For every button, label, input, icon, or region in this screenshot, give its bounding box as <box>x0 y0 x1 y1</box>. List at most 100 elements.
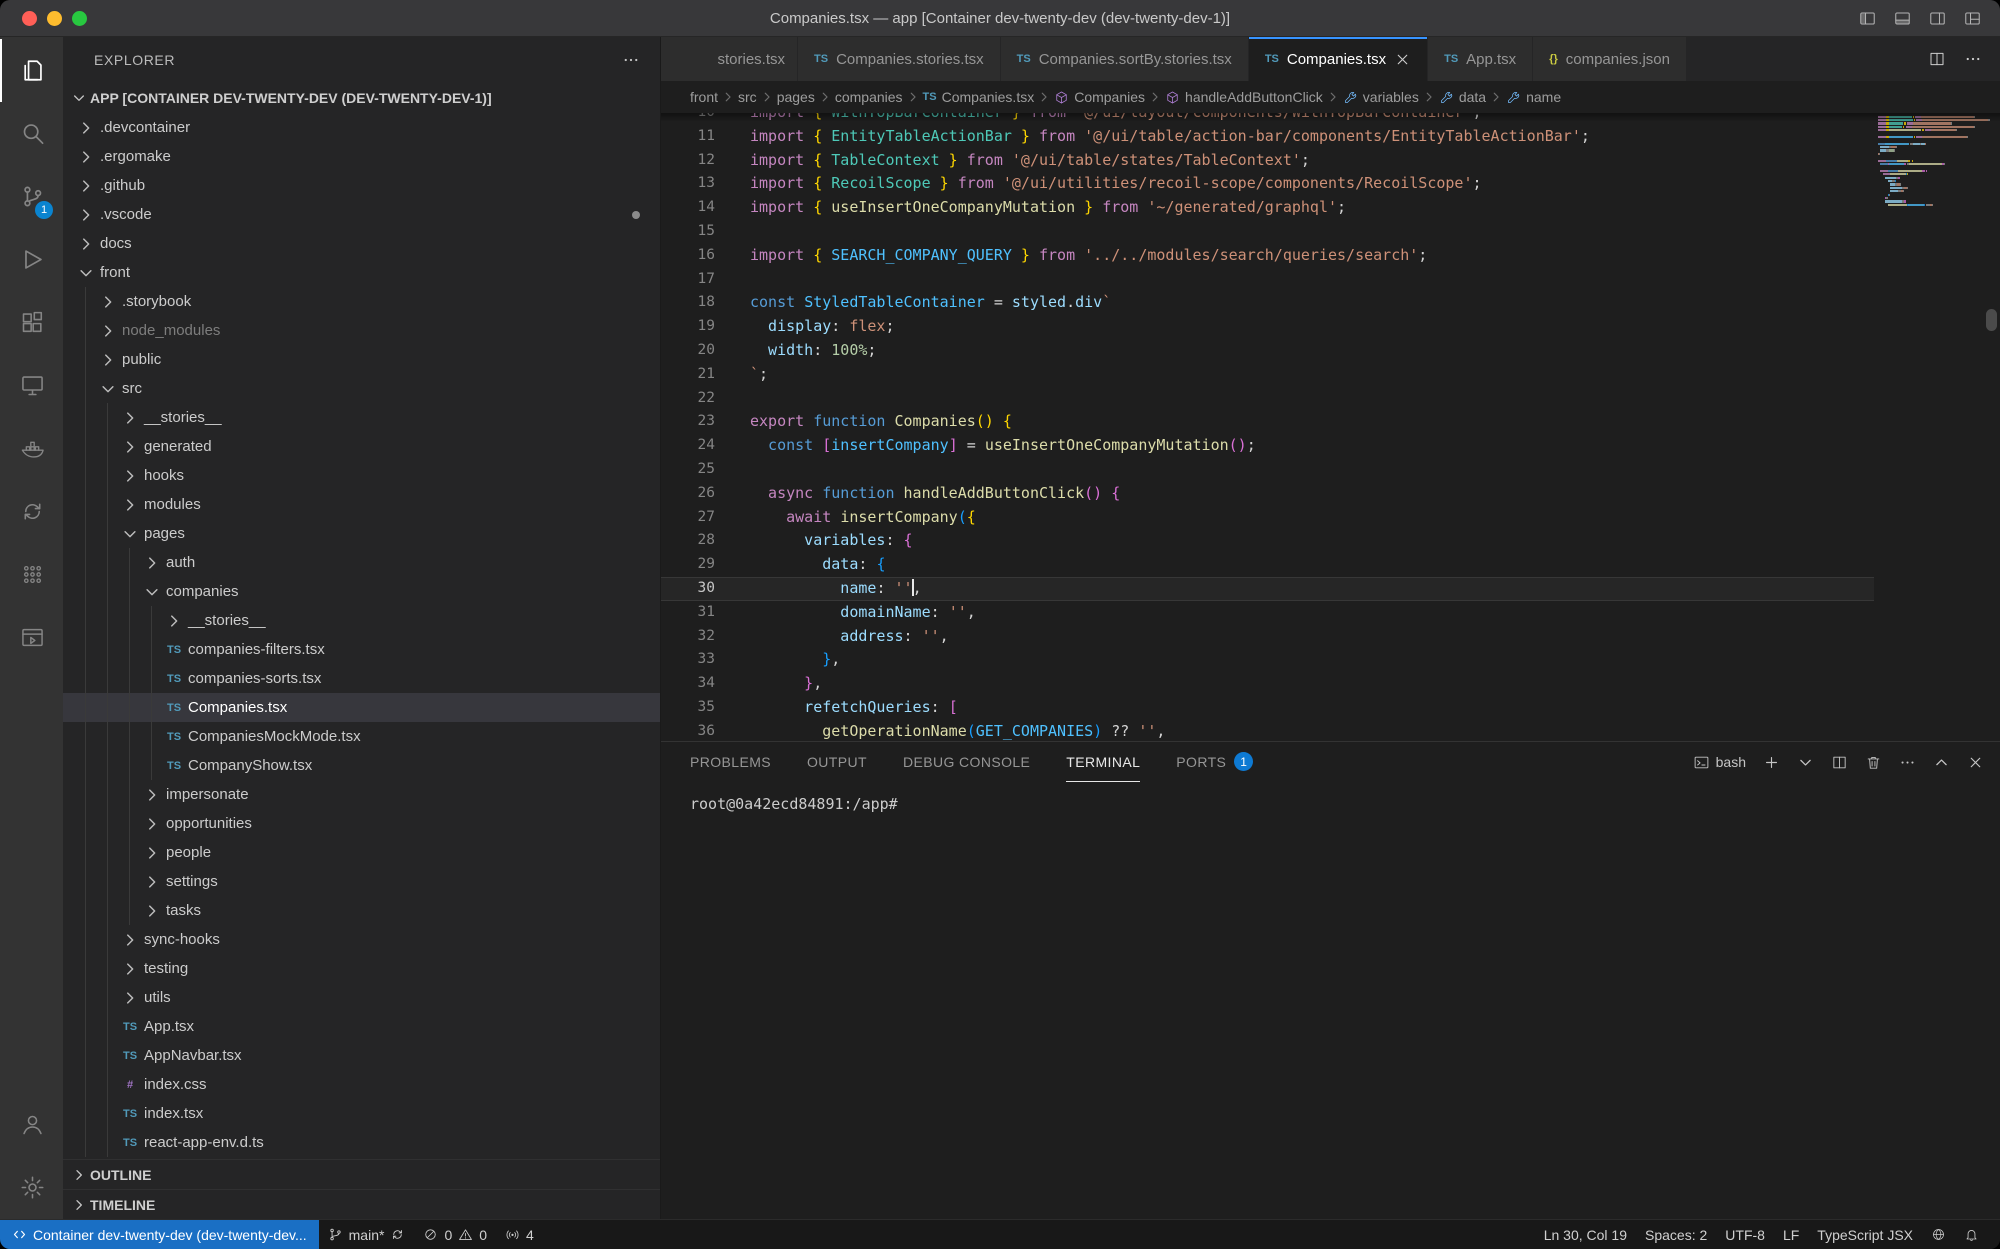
panel-tab-debug-console[interactable]: DEBUG CONSOLE <box>903 742 1030 782</box>
tree-folder-.github[interactable]: .github <box>63 171 660 200</box>
tree-file-react-app-env.d.ts[interactable]: TSreact-app-env.d.ts <box>63 1128 660 1157</box>
breadcrumb-item-companies[interactable]: companies <box>835 89 903 105</box>
ports-indicator[interactable]: 4 <box>496 1220 543 1249</box>
code-line-20[interactable]: 20 width: 100%; <box>661 339 1874 363</box>
code-line-28[interactable]: 28 variables: { <box>661 529 1874 553</box>
minimize-window-button[interactable] <box>47 11 62 26</box>
terminal-shell-selector[interactable]: bash <box>1693 754 1746 771</box>
code-line-32[interactable]: 32 address: '', <box>661 625 1874 649</box>
breadcrumb-item-Companies.tsx[interactable]: TSCompanies.tsx <box>923 89 1035 105</box>
code-line-22[interactable]: 22 <box>661 387 1874 411</box>
toggle-secondary-sidebar-icon[interactable] <box>1928 9 1947 28</box>
tree-file-companies-sorts.tsx[interactable]: TScompanies-sorts.tsx <box>63 664 660 693</box>
activity-item-sync[interactable] <box>0 480 63 543</box>
toggle-panel-icon[interactable] <box>1893 9 1912 28</box>
activity-item-search[interactable] <box>0 102 63 165</box>
tree-file-index.css[interactable]: #index.css <box>63 1070 660 1099</box>
line-number[interactable]: 25 <box>661 458 750 482</box>
line-number[interactable]: 20 <box>661 339 750 363</box>
breadcrumb-item-variables[interactable]: variables <box>1343 89 1419 105</box>
tree-folder-node_modules[interactable]: node_modules <box>63 316 660 345</box>
section-header-outline[interactable]: OUTLINE <box>63 1159 660 1189</box>
explorer-actions-icon[interactable] <box>622 51 640 69</box>
tree-folder-.devcontainer[interactable]: .devcontainer <box>63 113 660 142</box>
maximize-panel-icon[interactable] <box>1933 754 1950 771</box>
code-line-15[interactable]: 15 <box>661 220 1874 244</box>
split-editor-icon[interactable] <box>1928 50 1946 68</box>
close-panel-icon[interactable] <box>1967 754 1984 771</box>
tree-folder-impersonate[interactable]: impersonate <box>63 780 660 809</box>
tree-file-App.tsx[interactable]: TSApp.tsx <box>63 1012 660 1041</box>
line-number[interactable]: 32 <box>661 625 750 649</box>
remote-indicator[interactable]: Container dev-twenty-dev (dev-twenty-dev… <box>0 1220 319 1249</box>
tree-folder-.ergomake[interactable]: .ergomake <box>63 142 660 171</box>
activity-item-remote-explorer[interactable] <box>0 354 63 417</box>
close-window-button[interactable] <box>22 11 37 26</box>
workspace-section-header[interactable]: APP [CONTAINER DEV-TWENTY-DEV (DEV-TWENT… <box>63 83 660 113</box>
code-line-36[interactable]: 36 getOperationName(GET_COMPANIES) ?? ''… <box>661 720 1874 741</box>
code-line-35[interactable]: 35 refetchQueries: [ <box>661 696 1874 720</box>
panel-tab-terminal[interactable]: TERMINAL <box>1066 742 1140 782</box>
tree-folder-people[interactable]: people <box>63 838 660 867</box>
section-header-timeline[interactable]: TIMELINE <box>63 1189 660 1219</box>
line-number[interactable]: 10 <box>661 113 750 125</box>
code-line-18[interactable]: 18const StyledTableContainer = styled.di… <box>661 291 1874 315</box>
tree-file-CompaniesMockMode.tsx[interactable]: TSCompaniesMockMode.tsx <box>63 722 660 751</box>
terminal-dropdown-icon[interactable] <box>1797 754 1814 771</box>
breadcrumb-item-pages[interactable]: pages <box>777 89 815 105</box>
code-line-23[interactable]: 23export function Companies() { <box>661 410 1874 434</box>
tree-folder-hooks[interactable]: hooks <box>63 461 660 490</box>
code-editor[interactable]: 10import { WithTopBarContainer } from '@… <box>661 113 1874 741</box>
line-number[interactable]: 24 <box>661 434 750 458</box>
activity-item-extensions[interactable] <box>0 291 63 354</box>
code-line-24[interactable]: 24 const [insertCompany] = useInsertOneC… <box>661 434 1874 458</box>
breadcrumb-item-data[interactable]: data <box>1439 89 1486 105</box>
code-line-31[interactable]: 31 domainName: '', <box>661 601 1874 625</box>
code-line-10[interactable]: 10import { WithTopBarContainer } from '@… <box>661 113 1874 125</box>
activity-item-docker[interactable] <box>0 417 63 480</box>
tab-App.tsx[interactable]: TSApp.tsx <box>1428 37 1533 81</box>
tree-folder-auth[interactable]: auth <box>63 548 660 577</box>
line-number[interactable]: 18 <box>661 291 750 315</box>
editor-more-actions-icon[interactable] <box>1964 50 1982 68</box>
line-number[interactable]: 11 <box>661 125 750 149</box>
tree-folder-testing[interactable]: testing <box>63 954 660 983</box>
line-number[interactable]: 22 <box>661 387 750 411</box>
tree-folder-front[interactable]: front <box>63 258 660 287</box>
panel-tab-output[interactable]: OUTPUT <box>807 742 867 782</box>
tree-folder-tasks[interactable]: tasks <box>63 896 660 925</box>
activity-item-settings[interactable] <box>0 1156 63 1219</box>
line-number[interactable]: 26 <box>661 482 750 506</box>
tree-file-index.tsx[interactable]: TSindex.tsx <box>63 1099 660 1128</box>
tree-folder-.storybook[interactable]: .storybook <box>63 287 660 316</box>
line-number[interactable]: 36 <box>661 720 750 741</box>
minimap[interactable] <box>1874 113 2000 741</box>
line-number[interactable]: 19 <box>661 315 750 339</box>
code-line-29[interactable]: 29 data: { <box>661 553 1874 577</box>
line-number[interactable]: 33 <box>661 648 750 672</box>
line-number[interactable]: 35 <box>661 696 750 720</box>
line-number[interactable]: 27 <box>661 506 750 530</box>
breadcrumb-item-handleAddButtonClick[interactable]: handleAddButtonClick <box>1165 89 1323 105</box>
customize-layout-icon[interactable] <box>1963 9 1982 28</box>
line-number[interactable]: 34 <box>661 672 750 696</box>
line-number[interactable]: 15 <box>661 220 750 244</box>
zoom-window-button[interactable] <box>72 11 87 26</box>
notifications-indicator[interactable] <box>1955 1220 1988 1249</box>
line-number[interactable]: 31 <box>661 601 750 625</box>
tree-folder-pages[interactable]: pages <box>63 519 660 548</box>
code-line-16[interactable]: 16import { SEARCH_COMPANY_QUERY } from '… <box>661 244 1874 268</box>
tab-Companies.stories.tsx[interactable]: TSCompanies.stories.tsx <box>798 37 1001 81</box>
code-line-21[interactable]: 21`; <box>661 363 1874 387</box>
tab-companies.json[interactable]: {}companies.json <box>1533 37 1687 81</box>
close-tab-icon[interactable] <box>1394 51 1411 68</box>
activity-item-account[interactable] <box>0 1093 63 1156</box>
browser-open-indicator[interactable] <box>1922 1220 1955 1249</box>
tree-file-AppNavbar.tsx[interactable]: TSAppNavbar.tsx <box>63 1041 660 1070</box>
code-line-19[interactable]: 19 display: flex; <box>661 315 1874 339</box>
breadcrumb-item-name[interactable]: name <box>1506 89 1561 105</box>
tree-folder-__stories__[interactable]: __stories__ <box>63 403 660 432</box>
tab-Companies.sortBy.stories.tsx[interactable]: TSCompanies.sortBy.stories.tsx <box>1001 37 1249 81</box>
code-line-34[interactable]: 34 }, <box>661 672 1874 696</box>
line-number[interactable]: 13 <box>661 172 750 196</box>
